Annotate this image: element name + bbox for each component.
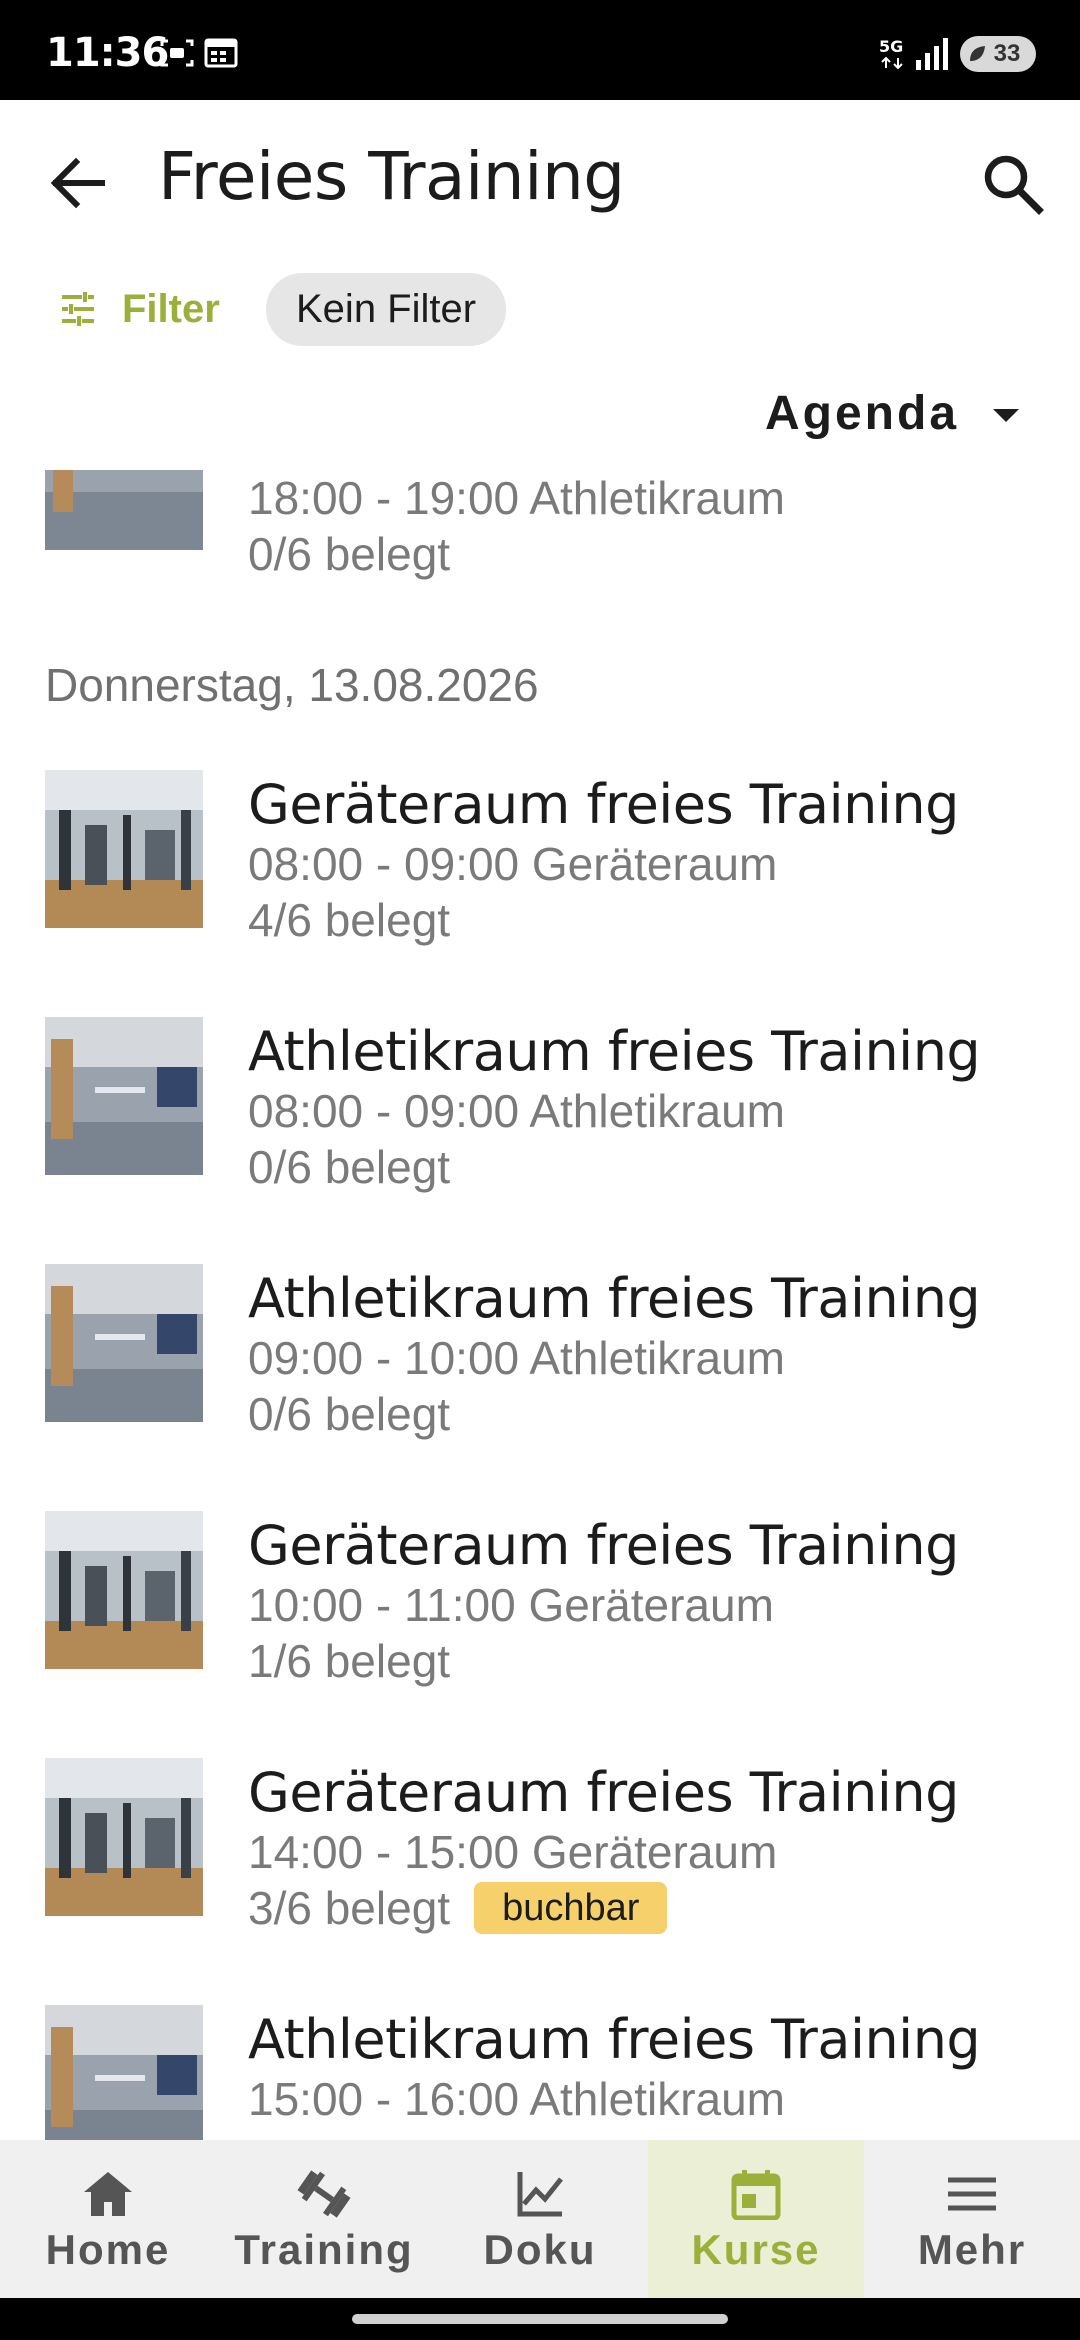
search-icon bbox=[984, 155, 1044, 215]
tune-icon bbox=[62, 292, 94, 326]
arrow-back-icon bbox=[50, 157, 105, 209]
course-occupancy: 3/6 belegt bbox=[248, 1882, 451, 1934]
nav-training-label: Training bbox=[234, 2226, 414, 2273]
athletikraum-image bbox=[45, 470, 203, 550]
course-title: Geräteraum freies Training bbox=[248, 1514, 959, 1577]
view-mode-dropdown[interactable]: Agenda bbox=[765, 386, 1020, 441]
course-time-location: 15:00 - 16:00 Athletikraum bbox=[248, 2073, 785, 2125]
filter-chip[interactable]: Kein Filter bbox=[266, 273, 507, 346]
back-button[interactable] bbox=[40, 145, 116, 221]
dumbbell-icon bbox=[297, 2170, 351, 2218]
network-label: 5G bbox=[879, 37, 903, 56]
course-occupancy-line: 0/6 belegt bbox=[248, 1386, 980, 1442]
filter-button[interactable]: Filter bbox=[58, 274, 220, 344]
course-thumbnail bbox=[45, 2005, 203, 2140]
course-occupancy-line: 4/6 belegt bbox=[248, 892, 959, 948]
list-item-partial[interactable]: 18:00 - 19:00 Athletikraum 0/6 belegt bbox=[0, 470, 1080, 644]
filter-label: Filter bbox=[122, 286, 220, 331]
course-title: Athletikraum freies Training bbox=[248, 2008, 981, 2071]
course-occupancy: 4/6 belegt bbox=[248, 894, 451, 946]
chart-line-icon bbox=[517, 2172, 563, 2217]
gesture-area bbox=[0, 2298, 1080, 2340]
nav-home-label: Home bbox=[45, 2226, 171, 2273]
course-time-location: 18:00 - 19:00 Athletikraum bbox=[248, 472, 785, 524]
battery-saver-icon bbox=[970, 46, 985, 61]
nav-kurse-label: Kurse bbox=[691, 2226, 821, 2273]
list-item[interactable]: Athletikraum freies Training 08:00 - 09:0… bbox=[0, 1017, 1080, 1264]
day-header: Donnerstag, 13.08.2026 bbox=[45, 659, 539, 711]
nav-mehr[interactable]: Mehr bbox=[864, 2140, 1080, 2298]
nav-doku[interactable]: Doku bbox=[432, 2140, 648, 2298]
status-bar: 11:36 5G 33 bbox=[0, 0, 1080, 100]
dropdown-caret-icon bbox=[993, 409, 1020, 422]
status-time: 11:36 bbox=[46, 30, 169, 76]
bottom-navigation: Home Training Doku Kurse Mehr bbox=[0, 2140, 1080, 2298]
course-thumbnail bbox=[45, 470, 203, 550]
course-occupancy: 1/6 belegt bbox=[248, 1635, 451, 1687]
battery-indicator: 33 bbox=[960, 36, 1036, 72]
list-item[interactable]: Geräteraum freies Training 14:00 - 15:00 … bbox=[0, 1758, 1080, 2005]
athletikraum-image bbox=[45, 1264, 203, 1422]
course-thumbnail bbox=[45, 1758, 203, 1916]
gesture-bar[interactable] bbox=[352, 2314, 728, 2324]
geraeteraum-image bbox=[45, 1758, 203, 1916]
course-occupancy: 0/6 belegt bbox=[248, 1141, 451, 1193]
calendar-notification-icon bbox=[204, 38, 238, 68]
course-occupancy-line: 1/6 belegt bbox=[248, 1633, 959, 1689]
geraeteraum-image bbox=[45, 770, 203, 928]
course-time-location: 08:00 - 09:00 Athletikraum bbox=[248, 1085, 785, 1137]
list-item[interactable]: Geräteraum freies Training 10:00 - 11:00 … bbox=[0, 1511, 1080, 1758]
geraeteraum-image bbox=[45, 1511, 203, 1669]
nav-training[interactable]: Training bbox=[216, 2140, 432, 2298]
network-5g-icon: 5G bbox=[879, 37, 903, 70]
nav-kurse[interactable]: Kurse bbox=[648, 2140, 864, 2298]
course-time-location: 08:00 - 09:00 Geräteraum bbox=[248, 838, 778, 890]
athletikraum-image bbox=[45, 1017, 203, 1175]
course-thumbnail bbox=[45, 1511, 203, 1669]
course-title: Geräteraum freies Training bbox=[248, 773, 959, 836]
signal-icon bbox=[916, 38, 948, 70]
course-list[interactable]: 18:00 - 19:00 Athletikraum 0/6 belegt Do… bbox=[0, 470, 1080, 2140]
course-title: Geräteraum freies Training bbox=[248, 1761, 959, 1824]
course-time-location: 09:00 - 10:00 Athletikraum bbox=[248, 1332, 785, 1384]
calendar-icon bbox=[731, 2170, 781, 2220]
course-time-location: 14:00 - 15:00 Geräteraum bbox=[248, 1826, 778, 1878]
nav-doku-label: Doku bbox=[483, 2226, 597, 2273]
list-item[interactable]: Geräteraum freies Training 08:00 - 09:00 … bbox=[0, 770, 1080, 1017]
screenshot-icon bbox=[160, 39, 194, 67]
app-bar: Freies Training bbox=[0, 100, 1080, 260]
course-occupancy-line: 3/6 belegt buchbar bbox=[248, 1880, 959, 1936]
nav-home[interactable]: Home bbox=[0, 2140, 216, 2298]
athletikraum-image bbox=[45, 2005, 203, 2140]
course-title: Athletikraum freies Training bbox=[248, 1020, 981, 1083]
course-time-location: 10:00 - 11:00 Geräteraum bbox=[248, 1579, 774, 1631]
course-thumbnail bbox=[45, 1264, 203, 1422]
course-occupancy: 0/6 belegt bbox=[248, 1388, 451, 1440]
list-item[interactable]: Athletikraum freies Training 15:00 - 16:0… bbox=[0, 2005, 1080, 2140]
course-occupancy: 0/6 belegt bbox=[248, 528, 451, 580]
course-thumbnail bbox=[45, 1017, 203, 1175]
view-mode-label: Agenda bbox=[765, 387, 960, 440]
status-badge: buchbar bbox=[474, 1882, 668, 1934]
course-title: Athletikraum freies Training bbox=[248, 1267, 981, 1330]
course-thumbnail bbox=[45, 770, 203, 928]
nav-mehr-label: Mehr bbox=[917, 2226, 1027, 2273]
course-occupancy-line: 0/6 belegt bbox=[248, 1139, 980, 1195]
battery-level: 33 bbox=[993, 40, 1021, 67]
menu-icon bbox=[948, 2177, 996, 2211]
list-item[interactable]: Athletikraum freies Training 09:00 - 10:0… bbox=[0, 1264, 1080, 1511]
search-button[interactable] bbox=[975, 146, 1051, 222]
home-icon bbox=[84, 2172, 132, 2216]
page-title: Freies Training bbox=[158, 138, 625, 215]
